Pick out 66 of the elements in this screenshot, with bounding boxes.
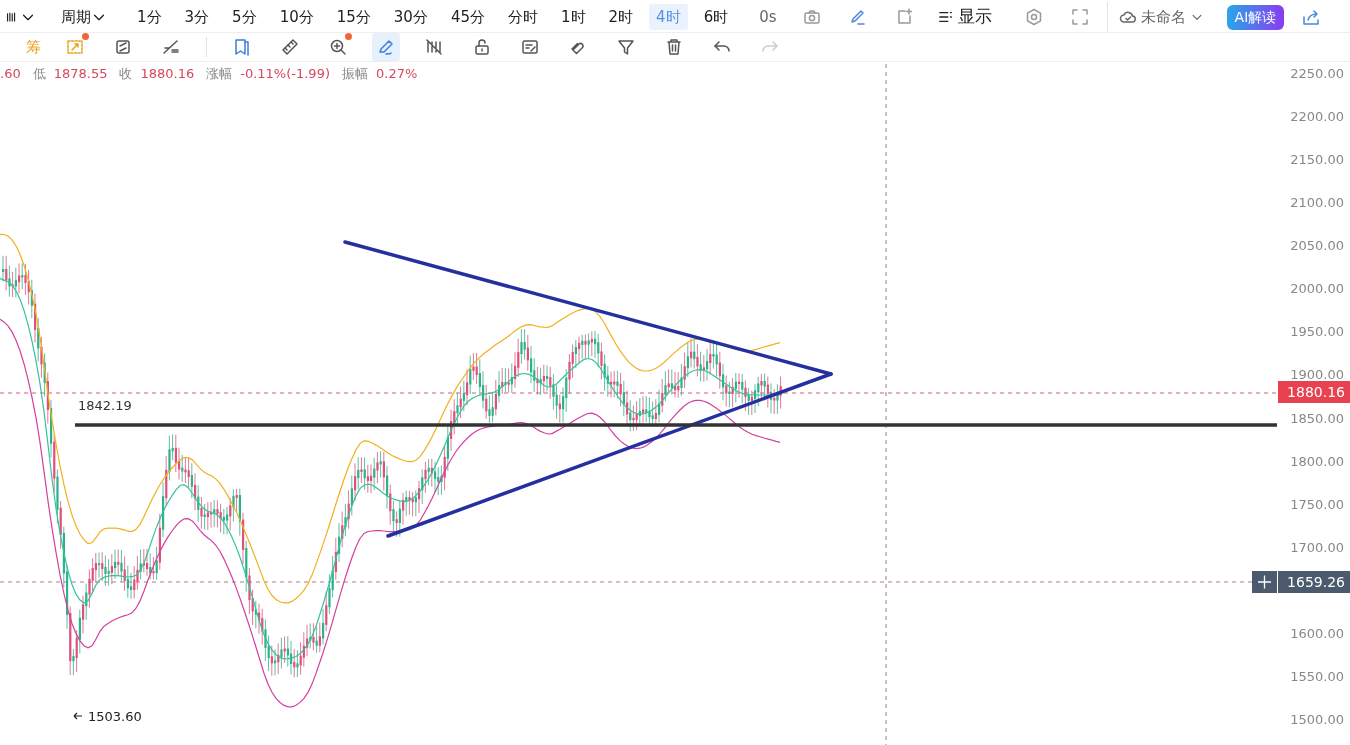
resize-icon: [66, 38, 84, 56]
period-tab[interactable]: 6时: [696, 3, 736, 31]
pen-icon: [377, 38, 395, 56]
quote-label: 涨幅: [206, 65, 233, 83]
hide-icon: [425, 38, 443, 56]
last-price-badge: 1880.16: [1278, 381, 1350, 403]
price-axis-label: 2100.00: [1290, 195, 1344, 211]
quote-value: 1878.55: [53, 65, 108, 83]
price-axis-label: 1600.00: [1290, 625, 1344, 641]
timer-text: 0s: [759, 6, 777, 28]
price-axis-label: 1700.00: [1290, 539, 1344, 555]
period-tab[interactable]: 5分: [225, 3, 264, 31]
quote-value: 0.27%: [376, 65, 418, 83]
period-tab[interactable]: 10分: [272, 3, 321, 31]
camera-icon: [802, 8, 821, 26]
filter-icon: [617, 38, 635, 56]
note-icon: [521, 38, 539, 56]
low-price-label: 1503.60: [88, 709, 142, 724]
add-button[interactable]: [1252, 571, 1277, 593]
quote-label: 低: [32, 65, 46, 83]
price-axis-label: 2150.00: [1290, 152, 1344, 168]
period-tab[interactable]: 2时: [601, 3, 641, 31]
settings-icon: [1024, 8, 1043, 26]
price-axis-label: 2200.00: [1290, 109, 1344, 125]
lock-icon: [473, 38, 491, 56]
trash-icon: [665, 38, 683, 56]
display-menu[interactable]: 显示: [930, 2, 999, 32]
price-axis-label: 2250.00: [1290, 66, 1344, 81]
period-tab[interactable]: 45分: [443, 3, 492, 31]
period-tab[interactable]: 30分: [386, 3, 435, 31]
period-tab[interactable]: 1分: [130, 3, 169, 31]
price-axis-label: 1850.00: [1290, 410, 1344, 426]
arrow-icon: [73, 712, 83, 720]
price-axis-label: 1500.00: [1290, 711, 1344, 727]
pen-tool-button[interactable]: [372, 33, 400, 61]
trend-line[interactable]: [343, 240, 833, 376]
price-axis-label: 2000.00: [1290, 281, 1344, 297]
share-icon: [1302, 8, 1321, 26]
trend-line[interactable]: [386, 372, 833, 538]
fullscreen-icon: [1070, 8, 1089, 26]
swap-icon: [114, 38, 132, 56]
quote-value: 1880.16: [140, 65, 195, 83]
period-tab[interactable]: 15分: [329, 3, 378, 31]
price-axis-label: 1550.00: [1290, 668, 1344, 684]
pen-icon: [848, 8, 867, 26]
quote-label: 振幅: [342, 65, 368, 83]
price-axis-label: 1750.00: [1290, 496, 1344, 512]
price-axis-label: 2050.00: [1290, 238, 1344, 254]
quote-value: -0.11%(-1.99): [240, 65, 330, 83]
layout-menu[interactable]: 未命名: [1111, 3, 1211, 31]
measure-lines-icon: [162, 38, 180, 56]
level-price-label: 1842.19: [78, 398, 132, 413]
ai-button[interactable]: AI解读: [1226, 4, 1285, 30]
bookmark-icon: [233, 38, 251, 56]
period-tab[interactable]: 3分: [177, 3, 217, 31]
zoom-icon: [329, 38, 347, 56]
price-axis-label: 1950.00: [1290, 324, 1344, 340]
cursor-price-badge: 1659.26: [1278, 571, 1350, 593]
price-axis-label: 1900.00: [1290, 367, 1344, 383]
price-axis-label: 1800.00: [1290, 453, 1344, 469]
period-dropdown[interactable]: 周期: [54, 3, 114, 31]
quote-value: .60: [0, 65, 21, 83]
quote-label: 收: [119, 65, 133, 83]
period-tab[interactable]: 分时: [501, 3, 545, 31]
period-tab[interactable]: 1时: [554, 3, 593, 31]
ruler-icon: [281, 38, 299, 56]
